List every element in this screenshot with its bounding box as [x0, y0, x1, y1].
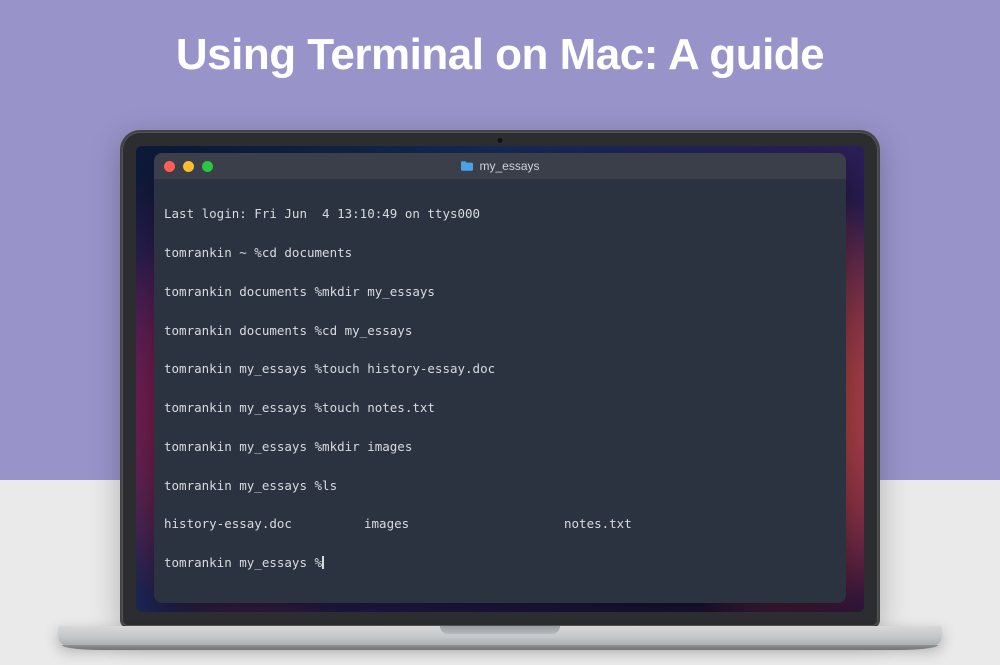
terminal-titlebar[interactable]: my_essays	[154, 153, 846, 179]
terminal-title: my_essays	[154, 159, 846, 173]
folder-icon	[460, 160, 474, 172]
laptop-base	[120, 626, 880, 650]
laptop-notch	[440, 626, 560, 634]
terminal-line: Last login: Fri Jun 4 13:10:49 on ttys00…	[164, 204, 836, 223]
terminal-line: tomrankin my_essays %ls	[164, 476, 836, 495]
ls-output: history-essay.docimagesnotes.txt	[164, 514, 836, 533]
ls-item: notes.txt	[564, 514, 764, 533]
terminal-prompt: tomrankin my_essays %	[164, 553, 836, 572]
close-icon[interactable]	[164, 161, 175, 172]
maximize-icon[interactable]	[202, 161, 213, 172]
terminal-line: tomrankin my_essays %touch notes.txt	[164, 398, 836, 417]
ls-item: images	[364, 514, 564, 533]
terminal-title-text: my_essays	[479, 159, 539, 173]
page-title: Using Terminal on Mac: A guide	[0, 30, 1000, 80]
terminal-window[interactable]: my_essays Last login: Fri Jun 4 13:10:49…	[154, 153, 846, 603]
ls-item: history-essay.doc	[164, 514, 364, 533]
terminal-line: tomrankin my_essays %mkdir images	[164, 437, 836, 456]
terminal-line: tomrankin documents %mkdir my_essays	[164, 282, 836, 301]
terminal-body[interactable]: Last login: Fri Jun 4 13:10:49 on ttys00…	[154, 179, 846, 603]
minimize-icon[interactable]	[183, 161, 194, 172]
laptop-camera	[498, 138, 503, 143]
laptop-screen-bezel: my_essays Last login: Fri Jun 4 13:10:49…	[120, 130, 880, 628]
terminal-line: tomrankin documents %cd my_essays	[164, 321, 836, 340]
cursor-icon	[322, 556, 324, 569]
laptop-foot	[62, 645, 938, 650]
terminal-line: tomrankin my_essays %touch history-essay…	[164, 359, 836, 378]
laptop-deck	[58, 626, 942, 646]
desktop-wallpaper: my_essays Last login: Fri Jun 4 13:10:49…	[136, 146, 864, 612]
terminal-line: tomrankin ~ %cd documents	[164, 243, 836, 262]
window-controls	[164, 161, 213, 172]
prompt-text: tomrankin my_essays %	[164, 555, 322, 570]
laptop-mockup: my_essays Last login: Fri Jun 4 13:10:49…	[120, 130, 880, 650]
